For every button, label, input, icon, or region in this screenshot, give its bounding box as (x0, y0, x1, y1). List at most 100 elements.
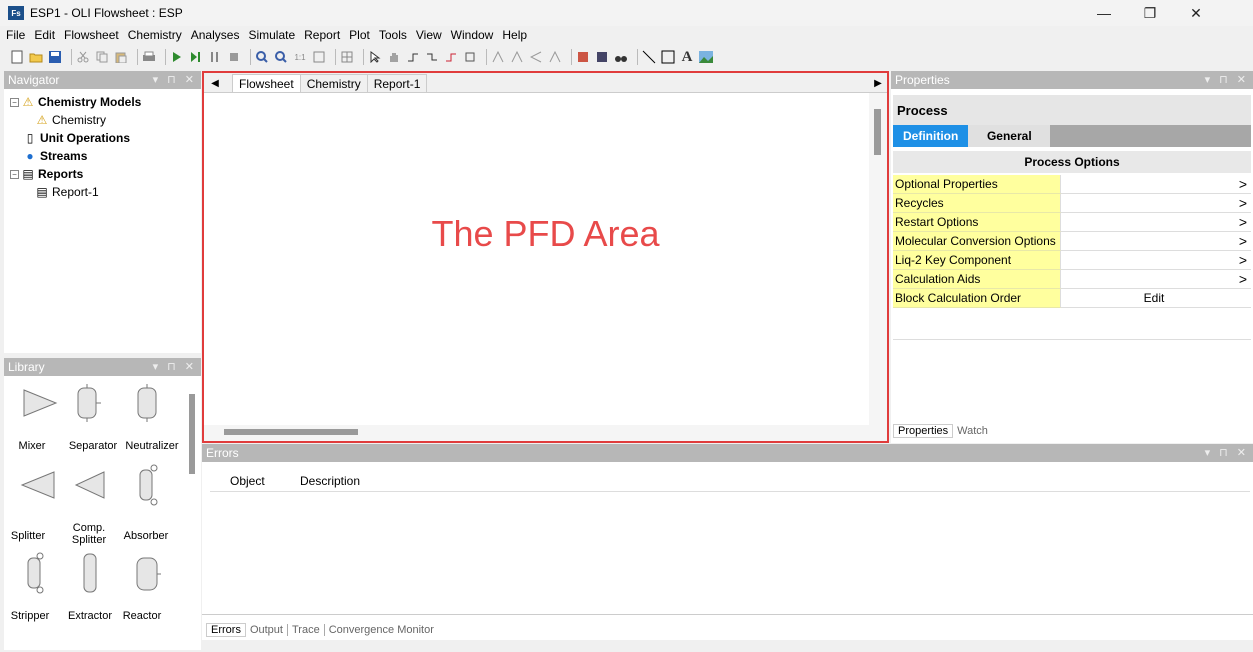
tab-report-1[interactable]: Report-1 (366, 74, 428, 92)
menu-plot[interactable]: Plot (349, 28, 370, 42)
column-object[interactable]: Object (230, 474, 300, 488)
panel-controls-icon[interactable]: ▾ ⊓ ✕ (153, 360, 197, 373)
tab-scroll-right-icon[interactable]: ▶ (869, 74, 887, 92)
save-icon[interactable] (48, 50, 62, 64)
tree-item-streams[interactable]: ● Streams (24, 147, 87, 165)
recycle-icon[interactable] (463, 50, 477, 64)
new-file-icon[interactable] (10, 50, 24, 64)
step-icon[interactable] (189, 50, 203, 64)
tree-item-report-1[interactable]: ▤ Report-1 (36, 183, 98, 201)
stream-label-icon[interactable] (444, 50, 458, 64)
neutralizer-icon[interactable] (132, 382, 162, 424)
menu-edit[interactable]: Edit (34, 28, 55, 42)
line-draw-icon[interactable] (642, 50, 656, 64)
menu-help[interactable]: Help (502, 28, 527, 42)
align-left-icon[interactable] (491, 50, 505, 64)
zoom-fit-icon[interactable] (312, 50, 326, 64)
zoom-actual-icon[interactable]: 1:1 (293, 50, 307, 64)
property-row-optional-properties[interactable]: Optional Properties > (893, 175, 1251, 194)
panel-controls-icon[interactable]: ▾ ⊓ ✕ (1205, 446, 1249, 459)
calculator-icon[interactable] (576, 50, 590, 64)
expand-chevron-icon[interactable]: > (1061, 175, 1251, 194)
tab-definition[interactable]: Definition (893, 125, 969, 147)
copy-icon[interactable] (95, 50, 109, 64)
vertical-scrollbar[interactable] (874, 109, 881, 155)
horizontal-scrollbar[interactable] (224, 429, 358, 435)
restore-button[interactable]: ❐ (1127, 0, 1173, 26)
zoom-out-icon[interactable] (274, 50, 288, 64)
rectangle-draw-icon[interactable] (661, 50, 675, 64)
menu-file[interactable]: File (6, 28, 25, 42)
tab-chemistry[interactable]: Chemistry (299, 74, 368, 92)
property-row-liq-2-key-component[interactable]: Liq-2 Key Component > (893, 251, 1251, 270)
binoculars-icon[interactable] (614, 50, 628, 64)
zoom-in-icon[interactable] (255, 50, 269, 64)
collapse-icon[interactable]: − (10, 169, 19, 179)
text-draw-icon[interactable]: A (680, 49, 694, 65)
tab-general[interactable]: General (968, 125, 1051, 147)
minimize-button[interactable]: — (1081, 0, 1127, 26)
expand-chevron-icon[interactable]: > (1061, 270, 1251, 289)
tree-item-chemistry-models[interactable]: − ⚠ Chemistry Models (10, 93, 141, 111)
run-icon[interactable] (170, 50, 184, 64)
menu-report[interactable]: Report (304, 28, 340, 42)
expand-chevron-icon[interactable]: > (1061, 251, 1251, 270)
menu-view[interactable]: View (416, 28, 442, 42)
grid-icon[interactable] (340, 50, 354, 64)
comp-splitter-icon[interactable] (72, 468, 108, 502)
tab-scroll-left-icon[interactable]: ◀ (204, 74, 226, 92)
stop-icon[interactable] (227, 50, 241, 64)
property-row-restart-options[interactable]: Restart Options > (893, 213, 1251, 232)
tab-properties[interactable]: Properties (893, 424, 954, 438)
menu-flowsheet[interactable]: Flowsheet (64, 28, 119, 42)
splitter-icon[interactable] (18, 468, 58, 502)
cut-icon[interactable] (76, 50, 90, 64)
property-row-recycles[interactable]: Recycles > (893, 194, 1251, 213)
tab-output[interactable]: Output (246, 624, 288, 636)
close-button[interactable]: ✕ (1173, 0, 1219, 26)
pointer-icon[interactable] (368, 50, 382, 64)
image-insert-icon[interactable] (699, 50, 713, 64)
menu-analyses[interactable]: Analyses (191, 28, 240, 42)
column-description[interactable]: Description (300, 474, 360, 488)
tab-flowsheet[interactable]: Flowsheet (232, 74, 301, 92)
panel-controls-icon[interactable]: ▾ ⊓ ✕ (1205, 73, 1249, 86)
separator-icon[interactable] (72, 382, 102, 424)
tree-item-chemistry[interactable]: ⚠ Chemistry (36, 111, 106, 129)
print-icon[interactable] (142, 50, 156, 64)
align-center-icon[interactable] (510, 50, 524, 64)
edit-button[interactable]: Edit (1061, 289, 1251, 308)
units-icon[interactable] (595, 50, 609, 64)
property-row-calculation-aids[interactable]: Calculation Aids > (893, 270, 1251, 289)
extractor-icon[interactable] (78, 550, 102, 596)
tree-item-unit-operations[interactable]: ▯ Unit Operations (24, 129, 130, 147)
paste-icon[interactable] (114, 50, 128, 64)
expand-chevron-icon[interactable]: > (1061, 213, 1251, 232)
property-row-molecular-conversion-options[interactable]: Molecular Conversion Options > (893, 232, 1251, 251)
menu-window[interactable]: Window (451, 28, 494, 42)
open-folder-icon[interactable] (29, 50, 43, 64)
stream-connect-icon[interactable] (425, 50, 439, 64)
menu-simulate[interactable]: Simulate (248, 28, 295, 42)
flip-icon[interactable] (548, 50, 562, 64)
tab-convergence-monitor[interactable]: Convergence Monitor (325, 624, 438, 636)
property-row-block-calculation-order[interactable]: Block Calculation Order Edit (893, 289, 1251, 308)
menu-chemistry[interactable]: Chemistry (128, 28, 182, 42)
tab-watch[interactable]: Watch (953, 425, 992, 437)
collapse-icon[interactable]: − (10, 97, 19, 107)
panel-controls-icon[interactable]: ▾ ⊓ ✕ (153, 73, 197, 86)
absorber-icon[interactable] (132, 462, 162, 508)
align-right-icon[interactable] (529, 50, 543, 64)
pause-icon[interactable] (208, 50, 222, 64)
library-scrollbar[interactable] (189, 394, 195, 474)
tree-item-reports[interactable]: − ▤ Reports (10, 165, 83, 183)
tab-trace[interactable]: Trace (288, 624, 325, 636)
stripper-icon[interactable] (20, 550, 50, 596)
expand-chevron-icon[interactable]: > (1061, 194, 1251, 213)
tab-errors[interactable]: Errors (206, 623, 246, 637)
pan-hand-icon[interactable] (387, 50, 401, 64)
stream-tool-icon[interactable] (406, 50, 420, 64)
reactor-icon[interactable] (132, 554, 162, 594)
pfd-area[interactable]: ◀ Flowsheet Chemistry Report-1 ▶ The PFD… (202, 71, 889, 443)
expand-chevron-icon[interactable]: > (1061, 232, 1251, 251)
